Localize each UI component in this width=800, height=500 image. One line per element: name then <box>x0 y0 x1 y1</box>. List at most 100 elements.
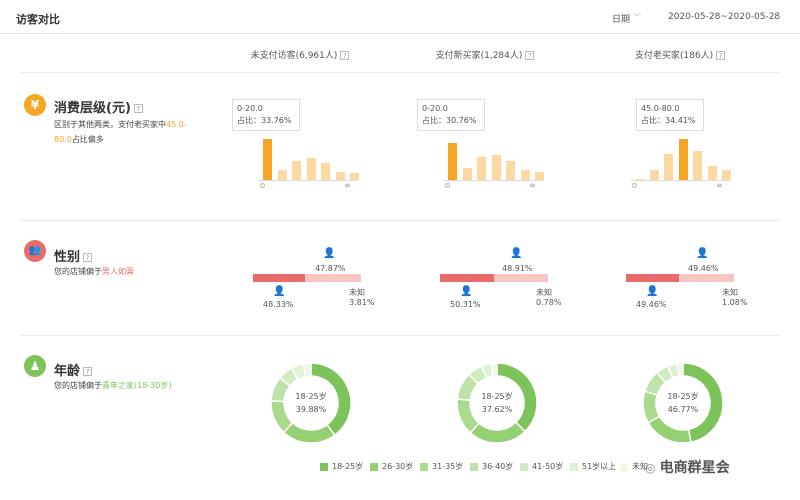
spend-bar[interactable] <box>707 165 717 180</box>
legend-label: 36-40岁 <box>482 462 514 471</box>
male-icon: 👤 <box>273 286 286 297</box>
help-icon[interactable]: ? <box>83 367 93 376</box>
male-bar[interactable] <box>253 274 306 282</box>
tooltip-range: 0-20.0 <box>422 104 448 113</box>
legend-item[interactable]: 18-25岁 <box>320 461 363 472</box>
column-header-old-buyers: 支付老买家(186人)? <box>600 48 760 61</box>
spend-bar[interactable] <box>678 138 688 180</box>
spend-bar[interactable] <box>277 170 287 180</box>
legend-item[interactable]: 26-30岁 <box>370 461 413 472</box>
spend-bar[interactable] <box>335 171 345 180</box>
column-header-new-buyers: 支付新买家(1,284人)? <box>405 48 565 61</box>
legend-item[interactable]: 未知 <box>620 461 648 472</box>
help-icon[interactable]: ? <box>83 253 93 262</box>
legend-label: 51岁以上 <box>582 462 617 471</box>
male-percent: 49.46% <box>636 300 667 309</box>
donut-center-label: 18-25岁 46.77% <box>658 390 708 416</box>
date-dropdown[interactable]: 日期 <box>612 12 630 25</box>
legend-swatch <box>320 462 328 471</box>
unknown-label: 未知 <box>349 288 365 297</box>
legend-item[interactable]: 41-50岁 <box>520 461 563 472</box>
male-percent: 48.33% <box>263 300 294 309</box>
legend-label: 18-25岁 <box>332 462 364 471</box>
spend-bar[interactable] <box>506 160 515 180</box>
tooltip-range: 0-20.0 <box>237 104 263 113</box>
legend-item[interactable]: 51岁以上 <box>570 461 616 472</box>
spend-bar[interactable] <box>448 143 457 180</box>
coin-icon: ⊜ <box>259 181 266 190</box>
tooltip-range: 45.0-80.0 <box>641 104 680 113</box>
spend-bar[interactable] <box>535 171 544 180</box>
section-title-spend: 消费层级(元)? <box>54 97 143 116</box>
age-donut-slice[interactable] <box>469 421 527 444</box>
yen-icon: ¥ <box>24 94 46 116</box>
help-icon[interactable]: ? <box>525 51 535 60</box>
female-icon: 👤 <box>696 248 709 259</box>
spend-bar[interactable] <box>649 170 659 180</box>
coins-icon: ≡ <box>529 181 536 190</box>
legend-label: 41-50岁 <box>532 462 564 471</box>
female-bar[interactable] <box>494 274 548 282</box>
age-donut-slice[interactable] <box>676 362 684 378</box>
spend-bar[interactable] <box>722 170 731 180</box>
help-icon[interactable]: ? <box>716 51 726 60</box>
section-desc-gender: 您的店铺偏于男人如膏 <box>54 267 134 276</box>
male-percent: 50.31% <box>450 300 481 309</box>
female-percent: 48.91% <box>502 264 533 273</box>
spend-bar[interactable] <box>693 151 702 180</box>
female-percent: 47.87% <box>315 264 346 273</box>
age-donut-slice[interactable] <box>490 362 498 378</box>
chevron-down-icon[interactable]: ﹀ <box>633 12 641 23</box>
date-range: 2020-05-28~2020-05-28 <box>668 12 781 22</box>
legend-swatch <box>570 462 578 471</box>
spend-bar[interactable] <box>263 139 272 180</box>
section-title-age: 年龄? <box>54 360 93 379</box>
unknown-percent: 1.08% <box>722 298 748 307</box>
age-range-label: 18-25岁 <box>295 392 327 401</box>
female-bar[interactable] <box>305 274 361 282</box>
tooltip-share: 占比：30.76% <box>422 116 477 125</box>
divider <box>20 335 780 336</box>
legend-item[interactable]: 31-35岁 <box>420 461 463 472</box>
spend-bar[interactable] <box>664 153 673 180</box>
spend-bar[interactable] <box>491 154 501 180</box>
coins-icon: ≡ <box>344 181 351 190</box>
unknown-label: 未知 <box>722 288 738 297</box>
legend-item[interactable]: 36-40岁 <box>470 461 513 472</box>
coins-icon: ≡ <box>716 181 723 190</box>
age-percent: 37.62% <box>481 405 513 414</box>
unknown-percent: 3.81% <box>349 298 375 307</box>
spend-axis <box>258 180 358 181</box>
donut-center-label: 18-25岁 39.88% <box>286 390 336 416</box>
help-icon[interactable]: ? <box>340 51 350 60</box>
spend-tooltip: 45.0-80.0 占比：34.41% <box>636 99 704 131</box>
spend-bar[interactable] <box>292 160 301 180</box>
female-icon: 👤 <box>323 248 336 259</box>
page-title: 访客对比 <box>16 13 60 26</box>
legend-label: 31-35岁 <box>432 462 464 471</box>
age-donut-slice[interactable] <box>647 415 692 444</box>
female-icon: 👤 <box>510 248 523 259</box>
spend-bar[interactable] <box>462 168 472 180</box>
people-icon: 👥 <box>24 240 46 262</box>
spend-tooltip: 0-20.0 占比：30.76% <box>417 99 485 131</box>
spend-tooltip: 0-20.0 占比：33.76% <box>232 99 300 131</box>
coin-icon: ⊜ <box>631 181 638 190</box>
spend-bar[interactable] <box>477 157 486 180</box>
age-donut-slice[interactable] <box>282 421 336 444</box>
spend-bar[interactable] <box>306 158 316 180</box>
legend-swatch <box>370 462 378 471</box>
female-bar[interactable] <box>679 274 734 282</box>
help-icon[interactable]: ? <box>133 104 143 113</box>
top-bar: 访客对比 日期 ﹀ 2020-05-28~2020-05-28 <box>0 0 800 34</box>
male-bar[interactable] <box>440 274 495 282</box>
spend-axis <box>630 180 730 181</box>
unknown-label: 未知 <box>536 288 552 297</box>
spend-bar[interactable] <box>350 172 359 180</box>
spend-bar[interactable] <box>321 163 330 180</box>
male-bar[interactable] <box>626 274 680 282</box>
legend-swatch <box>420 462 428 471</box>
spend-axis <box>443 180 543 181</box>
male-icon: 👤 <box>460 286 473 297</box>
spend-bar[interactable] <box>520 170 530 180</box>
